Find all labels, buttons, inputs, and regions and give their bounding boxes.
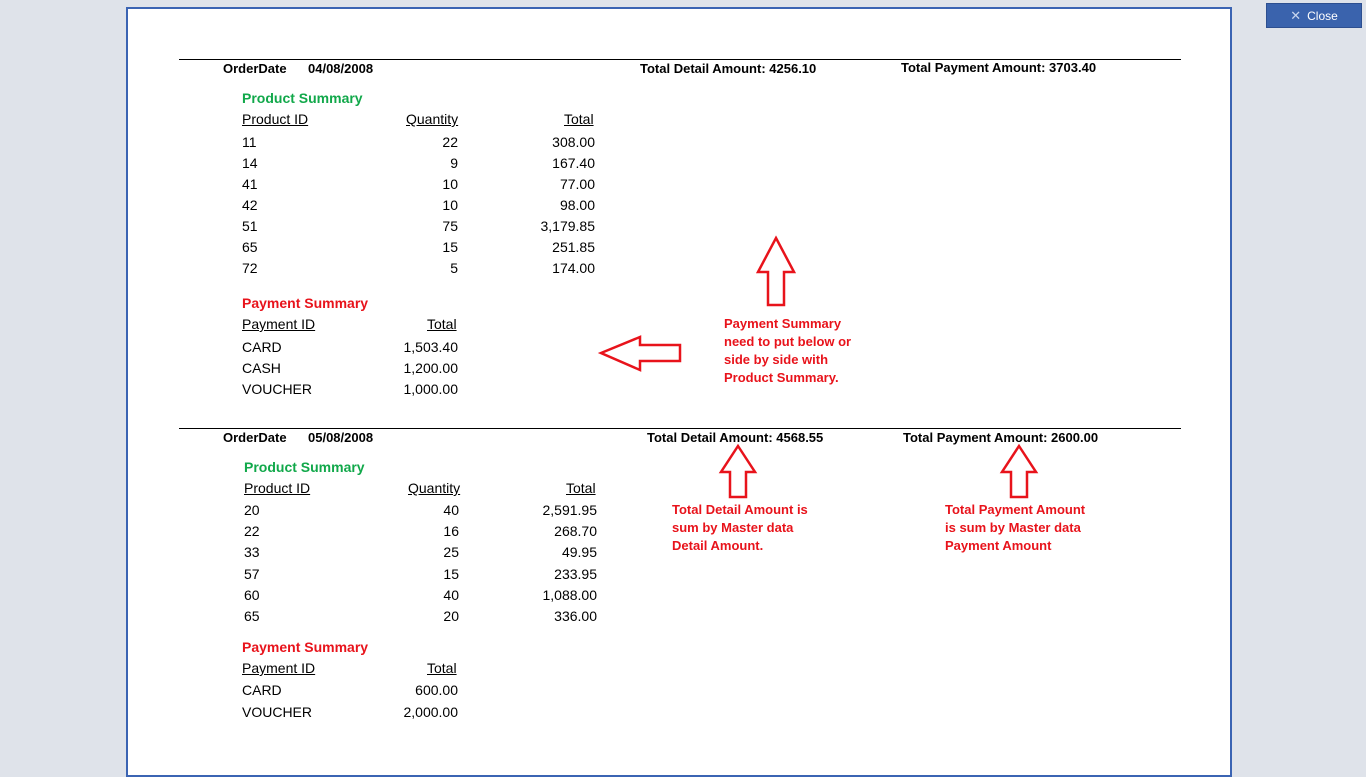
column-header-product-id: Product ID — [242, 111, 309, 127]
order-date-value: 04/08/2008 — [308, 61, 374, 76]
payment-summary-title: Payment Summary — [242, 295, 369, 311]
product-id: 14 — [242, 155, 258, 171]
quantity: 20 — [443, 608, 459, 624]
payment-total: 2,000.00 — [403, 704, 459, 720]
annotation-line: Payment Amount — [945, 538, 1052, 553]
product-id: 60 — [244, 587, 260, 603]
product-id: 72 — [242, 260, 258, 276]
arrow-up-icon — [755, 235, 797, 307]
close-icon: ✕ — [1290, 7, 1302, 23]
column-header-total: Total — [566, 480, 596, 496]
payment-total: 1,000.00 — [403, 381, 459, 397]
quantity: 10 — [442, 176, 458, 192]
product-id: 33 — [244, 544, 260, 560]
payment-id: CARD — [242, 682, 282, 698]
quantity: 15 — [442, 239, 458, 255]
quantity: 22 — [442, 134, 458, 150]
annotation-payment-amount: Total Payment Amount is sum by Master da… — [945, 501, 1085, 555]
annotation-payment-layout: Payment Summary need to put below or sid… — [724, 315, 851, 387]
total: 174.00 — [552, 260, 595, 276]
product-id: 20 — [244, 502, 260, 518]
payment-total: 1,503.40 — [403, 339, 459, 355]
total: 251.85 — [552, 239, 595, 255]
column-header-payment-id: Payment ID — [242, 316, 316, 332]
product-summary-title: Product Summary — [244, 459, 365, 475]
payment-id: CASH — [242, 360, 281, 376]
quantity: 10 — [442, 197, 458, 213]
order-date-label: OrderDate — [223, 61, 287, 76]
column-header-payment-id: Payment ID — [242, 660, 316, 676]
payment-id: VOUCHER — [242, 704, 313, 720]
arrow-up-icon — [999, 443, 1039, 499]
total-payment-amount: Total Payment Amount: 3703.40 — [901, 60, 1097, 75]
payment-id: CARD — [242, 339, 282, 355]
total: 49.95 — [561, 544, 597, 560]
payment-total: 1,200.00 — [403, 360, 459, 376]
payment-total: 600.00 — [415, 682, 458, 698]
arrow-up-icon — [718, 443, 758, 499]
total: 308.00 — [552, 134, 595, 150]
annotation-line: side by side with — [724, 352, 829, 367]
quantity: 25 — [443, 544, 459, 560]
total-detail-amount: Total Detail Amount: 4256.10 — [640, 61, 817, 76]
payment-id: VOUCHER — [242, 381, 313, 397]
total: 268.70 — [554, 523, 597, 539]
total: 336.00 — [554, 608, 597, 624]
product-id: 65 — [242, 239, 258, 255]
annotation-line: Detail Amount. — [672, 538, 764, 553]
arrow-left-icon — [597, 335, 682, 372]
close-button-label: Close — [1307, 8, 1338, 23]
annotation-line: need to put below or — [724, 334, 852, 349]
column-header-quantity: Quantity — [406, 111, 459, 127]
quantity: 40 — [443, 587, 459, 603]
total: 167.40 — [552, 155, 595, 171]
annotation-line: is sum by Master data — [945, 520, 1081, 535]
column-header-quantity: Quantity — [408, 480, 461, 496]
total-payment-amount: Total Payment Amount: 2600.00 — [903, 430, 1099, 445]
annotation-line: Total Detail Amount is — [672, 502, 808, 517]
product-id: 57 — [244, 566, 260, 582]
annotation-line: Product Summary. — [724, 370, 839, 385]
product-id: 22 — [244, 523, 260, 539]
total: 233.95 — [554, 566, 597, 582]
quantity: 9 — [450, 155, 458, 171]
order-date-label: OrderDate — [223, 430, 287, 445]
quantity: 75 — [442, 218, 458, 234]
annotation-line: sum by Master data — [672, 520, 794, 535]
annotation-line: Total Payment Amount — [945, 502, 1086, 517]
annotation-line: Payment Summary — [724, 316, 842, 331]
total-detail-amount: Total Detail Amount: 4568.55 — [647, 430, 824, 445]
column-header-product-id: Product ID — [244, 480, 311, 496]
payment-summary-title: Payment Summary — [242, 639, 369, 655]
close-button[interactable]: ✕ Close — [1266, 3, 1362, 28]
total: 98.00 — [559, 197, 595, 213]
column-header-total: Total — [564, 111, 594, 127]
quantity: 15 — [443, 566, 459, 582]
quantity: 16 — [443, 523, 459, 539]
total: 1,088.00 — [542, 587, 598, 603]
order-separator — [179, 428, 1181, 429]
product-id: 41 — [242, 176, 258, 192]
product-id: 11 — [242, 134, 257, 150]
total: 3,179.85 — [540, 218, 596, 234]
column-header-payment-total: Total — [427, 660, 457, 676]
annotation-detail-amount: Total Detail Amount is sum by Master dat… — [672, 501, 808, 555]
total: 77.00 — [559, 176, 595, 192]
product-summary-title: Product Summary — [242, 90, 363, 106]
quantity: 40 — [443, 502, 459, 518]
product-id: 65 — [244, 608, 260, 624]
order-date-value: 05/08/2008 — [308, 430, 374, 445]
total: 2,591.95 — [542, 502, 598, 518]
product-id: 42 — [242, 197, 258, 213]
product-id: 51 — [242, 218, 258, 234]
quantity: 5 — [450, 260, 458, 276]
column-header-payment-total: Total — [427, 316, 457, 332]
